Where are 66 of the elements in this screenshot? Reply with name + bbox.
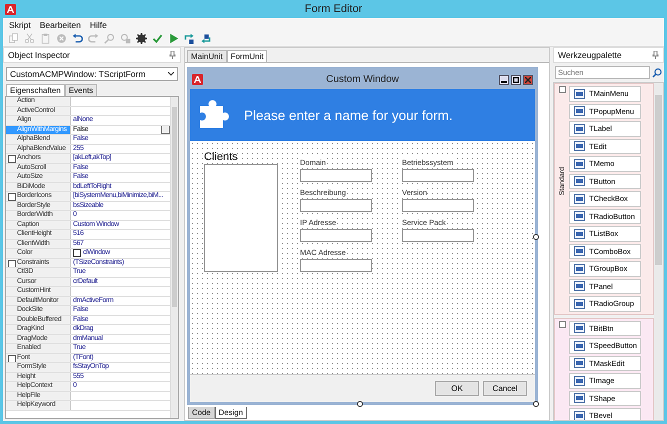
scrollbar[interactable] — [170, 97, 178, 418]
editor-tab[interactable]: MainUnit — [187, 50, 227, 62]
input-field[interactable] — [300, 229, 372, 242]
component-icon — [574, 376, 585, 386]
component-icon — [574, 88, 585, 99]
inspector-tab[interactable]: Events — [64, 84, 98, 96]
component-icon — [574, 228, 585, 239]
component-icon — [574, 211, 585, 222]
expand-icon[interactable] — [8, 155, 16, 163]
component-icon — [574, 281, 585, 292]
expand-icon[interactable] — [8, 260, 16, 268]
caret-icon[interactable] — [168, 72, 174, 76]
pin-icon[interactable] — [169, 51, 176, 59]
search-icon[interactable] — [652, 68, 662, 78]
app-logo-icon — [5, 4, 16, 14]
component-icon — [574, 340, 585, 351]
input-field[interactable] — [300, 169, 372, 182]
component-icon — [574, 158, 585, 169]
window-title: Form Editor — [304, 3, 362, 15]
dialog-button[interactable]: Cancel — [483, 381, 527, 396]
component-icon — [574, 410, 585, 420]
scrollbar[interactable] — [654, 83, 663, 420]
undo-icon[interactable] — [70, 32, 84, 46]
close-icon[interactable] — [523, 74, 533, 84]
gear-icon[interactable] — [134, 32, 148, 46]
inspector-tab[interactable]: Eigenschaften — [6, 84, 65, 96]
input-field[interactable] — [402, 169, 474, 182]
client-list[interactable] — [204, 164, 278, 272]
input-field[interactable] — [300, 199, 372, 212]
component-icon — [574, 176, 585, 186]
input-field[interactable] — [402, 229, 474, 242]
collapse-icon[interactable] — [558, 320, 566, 328]
editor-tab[interactable]: FormUnit — [226, 50, 268, 62]
component-icon — [574, 124, 585, 134]
component-icon — [574, 393, 585, 404]
list-label: Clients — [204, 151, 239, 163]
form-title: Custom Window — [326, 74, 399, 85]
menu-item[interactable]: Bearbeiten — [40, 20, 81, 30]
expand-icon[interactable] — [8, 354, 16, 362]
component-icon — [574, 323, 585, 334]
banner-text: Please enter a name for your form. — [244, 108, 453, 122]
component-icon — [574, 141, 585, 152]
scrollbar-thumb[interactable] — [655, 95, 662, 265]
minimize-icon[interactable] — [499, 74, 509, 84]
scrollbar-thumb[interactable] — [172, 107, 177, 307]
collapse-icon[interactable] — [558, 86, 566, 93]
expand-icon[interactable] — [8, 193, 16, 201]
menu-item[interactable]: Skript — [9, 20, 31, 30]
component-icon — [574, 194, 585, 204]
panel-title: Object Inspector — [8, 50, 70, 60]
menu-item[interactable]: Hilfe — [90, 20, 107, 30]
check-icon[interactable] — [150, 32, 164, 46]
component-icon — [574, 246, 585, 256]
dialog-button[interactable]: OK — [435, 381, 479, 396]
panel-title: Werkzeugpalette — [558, 50, 622, 60]
input-field[interactable] — [300, 259, 372, 272]
resize-handle[interactable] — [533, 401, 539, 407]
maximize-icon[interactable] — [511, 74, 521, 84]
component-icon — [574, 106, 585, 116]
pin-icon[interactable] — [652, 51, 659, 59]
input-field[interactable] — [402, 199, 474, 212]
component-icon — [574, 264, 585, 274]
component-icon — [574, 298, 585, 309]
component-icon — [574, 358, 585, 368]
object-dropdown[interactable]: CustomACMPWindow: TScriptForm — [6, 67, 178, 81]
app-logo-icon — [192, 74, 203, 85]
